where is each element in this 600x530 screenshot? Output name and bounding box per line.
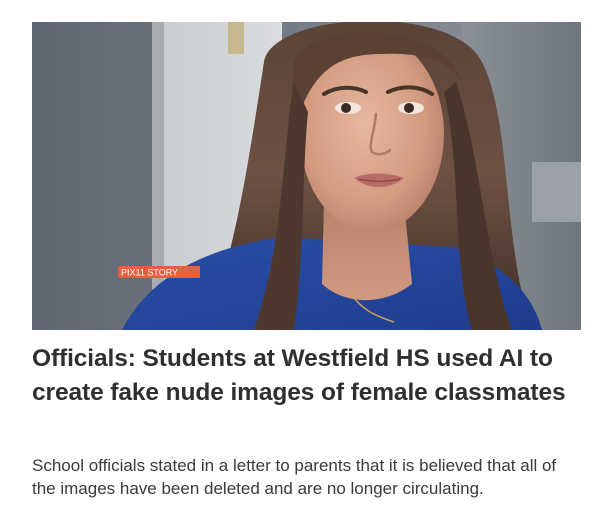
news-photo: PIX11 STORY [32, 22, 581, 330]
article-card[interactable]: PIX11 STORY Officials: Students at Westf… [0, 0, 600, 530]
article-image[interactable]: PIX11 STORY [32, 22, 581, 330]
chyron-badge: PIX11 STORY [118, 266, 200, 278]
chyron-text: PIX11 STORY [121, 268, 178, 278]
article-summary: School officials stated in a letter to p… [32, 456, 557, 498]
article-headline[interactable]: Officials: Students at Westfield HS used… [32, 342, 584, 410]
